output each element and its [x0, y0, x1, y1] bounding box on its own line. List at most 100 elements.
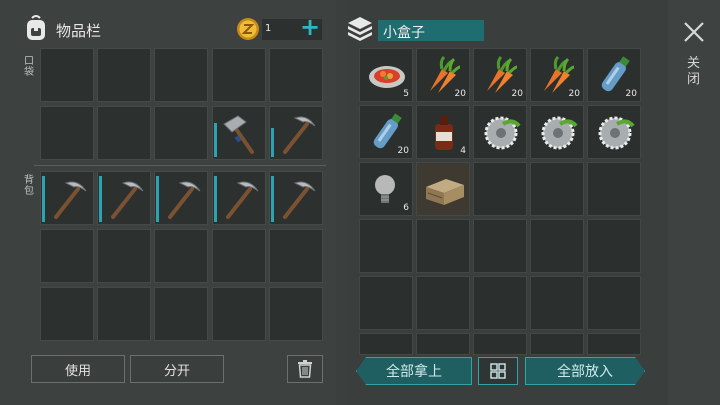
inventory-slot[interactable]: [97, 229, 151, 283]
durability-bar: [214, 176, 217, 222]
inventory-slot[interactable]: [154, 171, 208, 225]
item-count: 5: [403, 89, 409, 99]
inventory-slot[interactable]: [40, 106, 94, 160]
wooden-crate-icon: [420, 165, 468, 217]
inventory-slot[interactable]: [212, 287, 266, 341]
container-slot[interactable]: [416, 219, 470, 273]
durability-bar: [214, 123, 217, 157]
container-slot[interactable]: [587, 276, 641, 330]
container-slot[interactable]: [473, 219, 527, 273]
inventory-slot[interactable]: [154, 287, 208, 341]
durability-bar: [271, 128, 274, 157]
item-count: 4: [460, 146, 466, 156]
durability-bar: [271, 176, 274, 222]
inventory-slot[interactable]: [40, 171, 94, 225]
container-slot[interactable]: [473, 333, 527, 355]
inventory-slot[interactable]: [97, 287, 151, 341]
close-icon: [684, 22, 704, 42]
inventory-slot[interactable]: [97, 106, 151, 160]
backpack-label: 背包: [24, 175, 34, 197]
grid-sort-icon: [490, 363, 506, 379]
container-slot[interactable]: [530, 333, 584, 355]
backpack-icon: [24, 14, 48, 42]
inventory-slot[interactable]: [212, 106, 266, 160]
container-slot[interactable]: [473, 162, 527, 216]
item-count: 20: [454, 89, 466, 99]
inventory-slot[interactable]: [269, 48, 323, 102]
saw-blade-icon: [534, 108, 582, 160]
inventory-slot[interactable]: [269, 287, 323, 341]
coin-icon: [236, 17, 260, 41]
put-all-button[interactable]: 全部放入: [525, 357, 645, 385]
container-slot[interactable]: 20: [530, 48, 584, 102]
durability-bar: [99, 176, 102, 222]
inventory-slot[interactable]: [97, 48, 151, 102]
saw-blade-icon: [591, 108, 639, 160]
container-slot[interactable]: 20: [473, 48, 527, 102]
container-slot[interactable]: 20: [359, 105, 413, 159]
item-count: 20: [511, 89, 523, 99]
inventory-slot[interactable]: [269, 171, 323, 225]
container-slot[interactable]: [359, 333, 413, 355]
container-slot[interactable]: [587, 219, 641, 273]
trash-icon: [298, 360, 312, 378]
item-count: 20: [568, 89, 580, 99]
box-icon: [346, 16, 374, 42]
container-slot[interactable]: [416, 162, 470, 216]
pickaxe-icon: [273, 175, 321, 227]
container-slot[interactable]: [587, 162, 641, 216]
container-slot[interactable]: [530, 105, 584, 159]
hammer-icon: [216, 110, 264, 162]
inventory-slot[interactable]: [212, 171, 266, 225]
inventory-slot[interactable]: [212, 48, 266, 102]
container-slot[interactable]: [530, 162, 584, 216]
container-slot[interactable]: 4: [416, 105, 470, 159]
container-slot[interactable]: [473, 276, 527, 330]
split-button[interactable]: 分开: [130, 355, 224, 383]
container-slot[interactable]: [587, 333, 641, 355]
container-slot[interactable]: 20: [587, 48, 641, 102]
section-divider: [34, 165, 326, 166]
inventory-slot[interactable]: [154, 48, 208, 102]
item-count: 20: [625, 89, 637, 99]
container-slot[interactable]: [359, 219, 413, 273]
inventory-slot[interactable]: [40, 48, 94, 102]
container-slot[interactable]: 5: [359, 48, 413, 102]
container-slot[interactable]: 6: [359, 162, 413, 216]
trash-button[interactable]: [287, 355, 323, 383]
pickaxe-icon: [273, 110, 321, 162]
take-all-button[interactable]: 全部拿上: [356, 357, 472, 385]
item-count: 20: [397, 146, 409, 156]
inventory-slot[interactable]: [154, 106, 208, 160]
durability-bar: [156, 176, 159, 222]
sort-button[interactable]: [478, 357, 518, 385]
container-slot[interactable]: [416, 333, 470, 355]
inventory-slot[interactable]: [97, 171, 151, 225]
container-panel: 小盒子 5 20 20 20 20 20 4 6 全部拿上 全部放入: [348, 0, 666, 405]
inventory-slot[interactable]: [154, 229, 208, 283]
saw-blade-icon: [477, 108, 525, 160]
container-slot[interactable]: [473, 105, 527, 159]
container-title: 小盒子: [383, 25, 425, 41]
inventory-panel: 物品栏 1 + 口袋 背包 使用 分开: [0, 0, 336, 405]
inventory-slot[interactable]: [40, 287, 94, 341]
pickaxe-icon: [101, 175, 149, 227]
inventory-slot[interactable]: [269, 106, 323, 160]
inventory-slot[interactable]: [269, 229, 323, 283]
container-slot[interactable]: [587, 105, 641, 159]
container-slot[interactable]: [530, 276, 584, 330]
inventory-title: 物品栏: [56, 22, 102, 40]
container-slot[interactable]: [359, 276, 413, 330]
use-button[interactable]: 使用: [31, 355, 125, 383]
container-slot[interactable]: 20: [416, 48, 470, 102]
add-coins-button[interactable]: +: [300, 13, 320, 41]
container-slot[interactable]: [416, 276, 470, 330]
container-slot[interactable]: [530, 219, 584, 273]
close-button[interactable]: [680, 18, 708, 46]
pocket-label: 口袋: [24, 56, 34, 78]
inventory-slot[interactable]: [40, 229, 94, 283]
pickaxe-icon: [216, 175, 264, 227]
coin-count: 1: [265, 23, 272, 34]
inventory-slot[interactable]: [212, 229, 266, 283]
item-count: 6: [403, 203, 409, 213]
